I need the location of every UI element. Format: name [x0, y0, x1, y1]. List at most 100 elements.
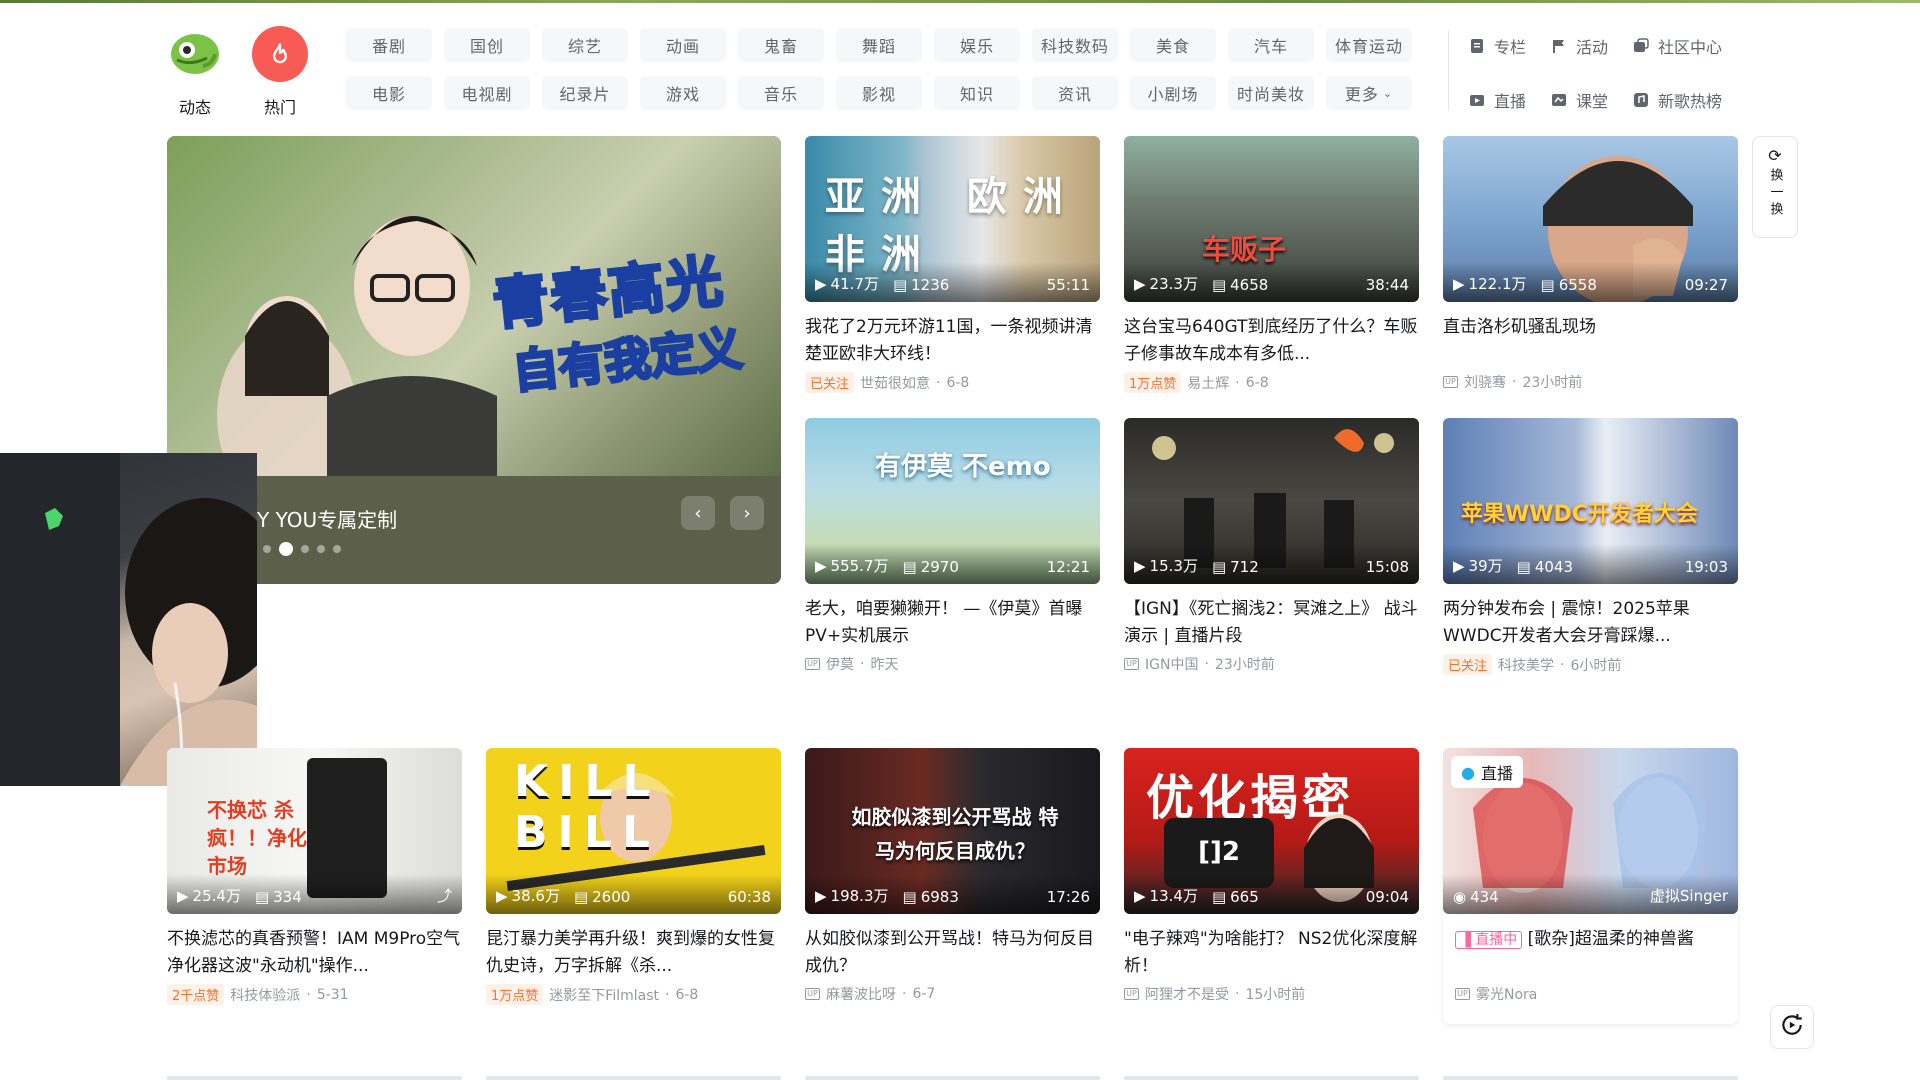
- category-item[interactable]: 音乐: [738, 76, 824, 110]
- category-item[interactable]: 番剧: [346, 28, 432, 62]
- hero-prev-button[interactable]: ‹: [681, 496, 715, 530]
- category-item[interactable]: 电视剧: [444, 76, 530, 110]
- video-title[interactable]: 这台宝马640GT到底经历了什么？车贩子修事故车成本有多低...: [1124, 314, 1419, 368]
- category-item[interactable]: 舞蹈: [836, 28, 922, 62]
- floating-refresh-button[interactable]: [1770, 1005, 1814, 1049]
- video-card[interactable]: 亚洲 欧洲 非洲 ▶ 41.7万 ▤ 1236 55:11 我花了2万元环游11国，…: [805, 136, 1100, 393]
- video-thumbnail[interactable]: ▶ 15.3万 ▤ 712 15:08: [1124, 418, 1419, 584]
- video-date: 6-8: [675, 986, 699, 1003]
- video-title[interactable]: 老大，咱要獭獭开！ —《伊莫》首曝PV+实机展示: [805, 596, 1100, 650]
- video-thumbnail[interactable]: KILL BILL ▶ 38.6万 ▤ 2600 60:38: [486, 748, 781, 914]
- video-thumbnail[interactable]: 有伊莫 不emo ▶ 555.7万 ▤ 2970 12:21: [805, 418, 1100, 584]
- hero-dot[interactable]: [317, 545, 325, 553]
- video-author[interactable]: 迷影至下Filmlast: [549, 985, 659, 1005]
- video-title[interactable]: 直击洛杉矶骚乱现场: [1443, 314, 1738, 368]
- category-item[interactable]: 国创: [444, 28, 530, 62]
- video-thumbnail[interactable]: 如胶似漆到公开骂战 特马为何反目成仇？ ▶ 198.3万 ▤ 6983 17:26: [805, 748, 1100, 914]
- category-item[interactable]: 纪录片: [542, 76, 628, 110]
- video-thumbnail[interactable]: 苹果WWDC开发者大会 ▶ 39万 ▤ 4043 19:03: [1443, 418, 1738, 584]
- video-title[interactable]: 不换滤芯的真香预警！IAM M9Pro空气净化器这波"永动机"操作...: [167, 926, 462, 980]
- live-card[interactable]: ● 直播 ◉ 434 虚拟Singer ▐ 直播中 [歌杂]超温柔的神兽酱 UP 雾光…: [1443, 748, 1738, 1024]
- category-item[interactable]: 科技数码: [1032, 28, 1118, 62]
- tool-community[interactable]: 社区中心: [1632, 30, 1722, 62]
- hero-dot[interactable]: [333, 545, 341, 553]
- live-author[interactable]: 雾光Nora: [1476, 984, 1537, 1004]
- category-item[interactable]: 电影: [346, 76, 432, 110]
- danmaku-count: 1236: [911, 276, 950, 294]
- video-thumbnail[interactable]: ▶ 122.1万 ▤ 6558 09:27: [1443, 136, 1738, 302]
- video-card[interactable]: KILL BILL ▶ 38.6万 ▤ 2600 60:38 昆汀暴力美学再升级！爽…: [486, 748, 781, 1005]
- video-card[interactable]: ▶ 15.3万 ▤ 712 15:08 【IGN】《死亡搁浅2：冥滩之上》 战斗演示…: [1124, 418, 1419, 674]
- share-icon[interactable]: ⤴: [437, 885, 452, 906]
- video-author[interactable]: IGN中国: [1145, 654, 1198, 674]
- video-title[interactable]: 昆汀暴力美学再升级！爽到爆的女性复仇史诗，万字拆解《杀...: [486, 926, 781, 980]
- live-thumbnail[interactable]: ● 直播 ◉ 434 虚拟Singer: [1443, 748, 1738, 914]
- video-thumbnail[interactable]: 不换芯 杀疯！！净化市场 ▶ 25.4万 ▤ 334 ⤴: [167, 748, 462, 914]
- tool-column[interactable]: 专栏: [1468, 30, 1526, 62]
- video-duration: 09:04: [1365, 888, 1409, 906]
- video-author[interactable]: 阿狸才不是受: [1145, 984, 1229, 1004]
- flame-icon: [252, 26, 308, 82]
- eye-icon: ◉: [1453, 888, 1467, 906]
- video-card[interactable]: ▶ 122.1万 ▤ 6558 09:27 直击洛杉矶骚乱现场 UP 刘骁骞 · 23小时…: [1443, 136, 1738, 392]
- video-author[interactable]: 世茹很如意: [860, 373, 930, 393]
- category-item[interactable]: 动画: [640, 28, 726, 62]
- category-item[interactable]: 时尚美妆: [1228, 76, 1314, 110]
- video-title[interactable]: 两分钟发布会 | 震惊！2025苹果WWDC开发者大会牙膏踩爆...: [1443, 596, 1738, 650]
- video-thumbnail[interactable]: 优化揭密 []2 ▶ 13.4万 ▤ 665 09:04: [1124, 748, 1419, 914]
- category-item[interactable]: 影视: [836, 76, 922, 110]
- category-item[interactable]: 鬼畜: [738, 28, 824, 62]
- video-author[interactable]: 刘骁骞: [1464, 372, 1506, 392]
- hero-carousel[interactable]: 青春高光 自有我定义 Y YOU专属定制 ‹ ›: [167, 136, 781, 584]
- picture-in-picture-video[interactable]: [0, 453, 257, 786]
- thumbnail-caption: 苹果WWDC开发者大会: [1461, 502, 1698, 527]
- nav-hot[interactable]: 热门: [250, 26, 310, 118]
- nav-dynamic[interactable]: 动态: [165, 26, 225, 118]
- refresh-button[interactable]: ⟳ 换一换: [1752, 136, 1798, 238]
- category-item[interactable]: 娱乐: [934, 28, 1020, 62]
- video-author[interactable]: 科技美学: [1498, 655, 1554, 675]
- tool-music-chart[interactable]: 新歌热榜: [1632, 84, 1722, 116]
- live-title-row[interactable]: ▐ 直播中 [歌杂]超温柔的神兽酱: [1443, 926, 1738, 974]
- video-card[interactable]: 有伊莫 不emo ▶ 555.7万 ▤ 2970 12:21 老大，咱要獭獭开！ —…: [805, 418, 1100, 674]
- view-count: 122.1万: [1468, 275, 1527, 293]
- video-card[interactable]: 如胶似漆到公开骂战 特马为何反目成仇？ ▶ 198.3万 ▤ 6983 17:26 …: [805, 748, 1100, 1004]
- tool-live[interactable]: 直播: [1468, 84, 1526, 116]
- category-item[interactable]: 知识: [934, 76, 1020, 110]
- category-item[interactable]: 游戏: [640, 76, 726, 110]
- video-title[interactable]: 【IGN】《死亡搁浅2：冥滩之上》 战斗演示 | 直播片段: [1124, 596, 1419, 650]
- hero-dot-active[interactable]: [279, 542, 293, 556]
- hero-dot[interactable]: [263, 545, 271, 553]
- hero-next-button[interactable]: ›: [730, 496, 764, 530]
- video-author[interactable]: 易土辉: [1187, 373, 1229, 393]
- video-card[interactable]: 苹果WWDC开发者大会 ▶ 39万 ▤ 4043 19:03 两分钟发布会 | 震惊…: [1443, 418, 1738, 675]
- category-more-button[interactable]: 更多 ⌄: [1326, 76, 1412, 110]
- play-count-icon: ▶: [1453, 274, 1465, 293]
- hero-dot[interactable]: [301, 545, 309, 553]
- hero-title[interactable]: Y YOU专属定制: [257, 504, 397, 533]
- preview-bar: [486, 1076, 781, 1080]
- video-title[interactable]: 我花了2万元环游11国，一条视频讲清楚亚欧非大环线！: [805, 314, 1100, 368]
- video-stats: ▶ 25.4万 ▤ 334 ⤴: [167, 874, 462, 914]
- category-item[interactable]: 美食: [1130, 28, 1216, 62]
- category-item[interactable]: 综艺: [542, 28, 628, 62]
- header-tools: 专栏 活动 社区中心 直播 课堂 新歌热榜: [1468, 30, 1722, 116]
- video-date: 15小时前: [1245, 987, 1306, 1003]
- tool-classroom[interactable]: 课堂: [1550, 84, 1608, 116]
- tool-activity[interactable]: 活动: [1550, 30, 1608, 62]
- video-title[interactable]: 从如胶似漆到公开骂战！特马为何反目成仇？: [805, 926, 1100, 980]
- category-item[interactable]: 汽车: [1228, 28, 1314, 62]
- video-author[interactable]: 伊莫: [826, 654, 854, 674]
- video-title[interactable]: "电子辣鸡"为啥能打？ NS2优化深度解析！: [1124, 926, 1419, 980]
- video-card[interactable]: 优化揭密 []2 ▶ 13.4万 ▤ 665 09:04 "电子辣鸡"为啥能打？ N…: [1124, 748, 1419, 1004]
- category-item[interactable]: 小剧场: [1130, 76, 1216, 110]
- category-item[interactable]: 体育运动: [1326, 28, 1412, 62]
- category-item[interactable]: 资讯: [1032, 76, 1118, 110]
- danmaku-icon: ▤: [1211, 558, 1227, 576]
- video-author[interactable]: 麻薯波比呀: [826, 984, 896, 1004]
- video-thumbnail[interactable]: 亚洲 欧洲 非洲 ▶ 41.7万 ▤ 1236 55:11: [805, 136, 1100, 302]
- video-card[interactable]: 车贩子 ▶ 23.3万 ▤ 4658 38:44 这台宝马640GT到底经历了什么？…: [1124, 136, 1419, 393]
- video-thumbnail[interactable]: 车贩子 ▶ 23.3万 ▤ 4658 38:44: [1124, 136, 1419, 302]
- video-card[interactable]: 不换芯 杀疯！！净化市场 ▶ 25.4万 ▤ 334 ⤴ 不换滤芯的真香预警！IAM…: [167, 748, 462, 1005]
- video-author[interactable]: 科技体验派: [230, 985, 300, 1005]
